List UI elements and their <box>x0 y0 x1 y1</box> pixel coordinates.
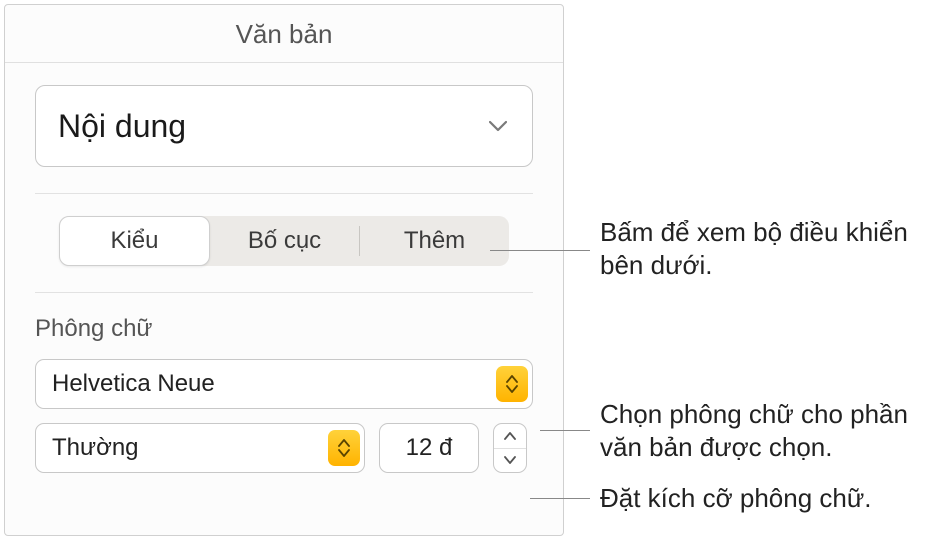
stepper-up-button[interactable] <box>494 424 526 449</box>
font-size-stepper <box>493 423 527 473</box>
divider <box>35 193 533 194</box>
callout-leader <box>490 250 590 251</box>
tabs-segmented-control: Kiểu Bố cục Thêm <box>59 216 509 266</box>
font-family-popup[interactable]: Helvetica Neue <box>35 359 533 409</box>
tab-label: Bố cục <box>248 227 321 255</box>
callout-size: Đặt kích cỡ phông chữ. <box>600 482 871 515</box>
updown-icon <box>496 366 528 402</box>
font-style-row: Thường 12 đ <box>35 423 533 473</box>
paragraph-style-label: Nội dung <box>58 108 186 145</box>
text-inspector-panel: Văn bản Nội dung Kiểu Bố cục Thêm <box>4 4 564 536</box>
tabs-row: Kiểu Bố cục Thêm <box>35 216 533 266</box>
callout-leader <box>540 430 590 431</box>
font-style-value: Thường <box>52 434 139 462</box>
font-style-popup[interactable]: Thường <box>35 423 365 473</box>
callout-leader <box>530 498 590 499</box>
divider <box>35 292 533 293</box>
font-family-value: Helvetica Neue <box>52 370 215 398</box>
paragraph-style-popup[interactable]: Nội dung <box>35 85 533 167</box>
callout-font: Chọn phông chữ cho phần văn bản được chọ… <box>600 398 950 463</box>
updown-icon <box>328 430 360 466</box>
panel-title: Văn bản <box>5 5 563 63</box>
tab-label: Kiểu <box>110 227 158 255</box>
tab-label: Thêm <box>404 227 465 255</box>
font-section-label: Phông chữ <box>35 315 533 343</box>
panel-body: Nội dung Kiểu Bố cục Thêm Phông chữ <box>5 63 563 473</box>
tab-more[interactable]: Thêm <box>360 216 509 266</box>
callout-tabs: Bấm để xem bộ điều khiển bên dưới. <box>600 216 950 281</box>
stepper-down-button[interactable] <box>494 449 526 473</box>
font-size-value: 12 đ <box>406 434 453 462</box>
tab-layout[interactable]: Bố cục <box>210 216 359 266</box>
chevron-down-icon <box>486 114 510 138</box>
font-size-field[interactable]: 12 đ <box>379 423 479 473</box>
tab-style[interactable]: Kiểu <box>59 216 210 266</box>
